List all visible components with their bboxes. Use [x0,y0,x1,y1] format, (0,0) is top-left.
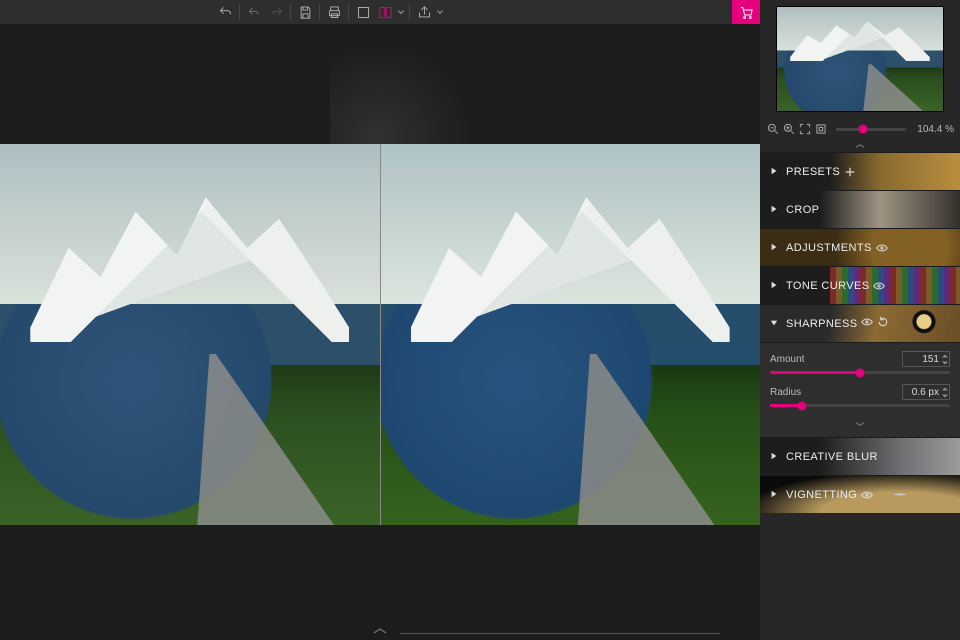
panel-adjustments[interactable]: ADJUSTMENTS [760,228,960,266]
accordion: PRESETS CROP ADJUSTMENTS [760,152,960,640]
zoom-controls: 104.4 % [760,118,960,140]
panel-sharpness-label: SHARPNESS [786,318,857,330]
print-button[interactable] [323,1,345,23]
collapse-up-icon[interactable] [760,140,960,152]
radius-label: Radius [770,387,801,398]
zoom-in-icon[interactable] [782,122,796,136]
panel-adjustments-label: ADJUSTMENTS [786,242,872,254]
sharpness-controls: Amount 151 [760,342,960,437]
top-toolbar [0,0,760,24]
panel-blur-label: CREATIVE BLUR [786,451,878,463]
before-pane [0,144,380,525]
redo-back-button[interactable] [243,1,265,23]
panel-crop-label: CROP [786,204,819,216]
zoom-fit-icon[interactable] [798,122,812,136]
zoom-value: 104.4 % [914,124,954,135]
amount-value: 151 [922,354,939,365]
redo-forward-button[interactable] [265,1,287,23]
radius-slider[interactable] [770,404,950,407]
collapse-down-icon[interactable] [770,417,950,431]
amount-step-up[interactable] [941,352,949,359]
panel-creative-blur[interactable]: CREATIVE BLUR [760,437,960,475]
panel-vignetting[interactable]: VIGNETTING [760,475,960,513]
amount-slider[interactable] [770,371,950,374]
panel-presets-label: PRESETS [786,166,840,178]
panel-sharpness[interactable]: SHARPNESS [760,304,960,342]
add-preset-icon[interactable] [844,166,856,178]
zoom-100-icon[interactable] [814,122,828,136]
compare-split [0,144,760,525]
view-single-button[interactable] [352,1,374,23]
radius-value-box[interactable]: 0.6 px [902,384,950,400]
reset-icon[interactable] [877,316,889,331]
view-compare-dropdown[interactable] [396,8,406,16]
panel-tone-curves-label: TONE CURVES [786,280,869,292]
view-compare-button[interactable] [374,1,396,23]
canvas[interactable] [0,24,760,640]
amount-label: Amount [770,354,804,365]
panel-presets[interactable]: PRESETS [760,152,960,190]
eye-icon[interactable] [876,242,888,254]
navigator [760,0,960,118]
radius-step-up[interactable] [941,385,949,392]
share-button[interactable] [413,1,435,23]
undo-button[interactable] [214,1,236,23]
eye-icon[interactable] [873,280,885,292]
radius-step-down[interactable] [941,392,949,399]
panel-vignette-label: VIGNETTING [786,489,857,501]
after-pane [380,144,761,525]
right-panel: 104.4 % PRESETS CROP ADJUS [760,0,960,640]
editor-area: Before After [0,0,760,640]
eye-icon[interactable] [861,316,873,331]
zoom-slider[interactable] [836,128,906,131]
radius-value: 0.6 px [912,387,939,398]
zoom-out-icon[interactable] [766,122,780,136]
panel-crop[interactable]: CROP [760,190,960,228]
save-button[interactable] [294,1,316,23]
eye-icon[interactable] [861,489,873,501]
amount-value-box[interactable]: 151 [902,351,950,367]
amount-step-down[interactable] [941,359,949,366]
cart-button[interactable] [732,0,760,24]
panel-tone-curves[interactable]: TONE CURVES [760,266,960,304]
navigator-thumbnail[interactable] [776,6,944,112]
share-dropdown[interactable] [435,8,445,16]
resize-handle-icon[interactable] [368,626,392,638]
